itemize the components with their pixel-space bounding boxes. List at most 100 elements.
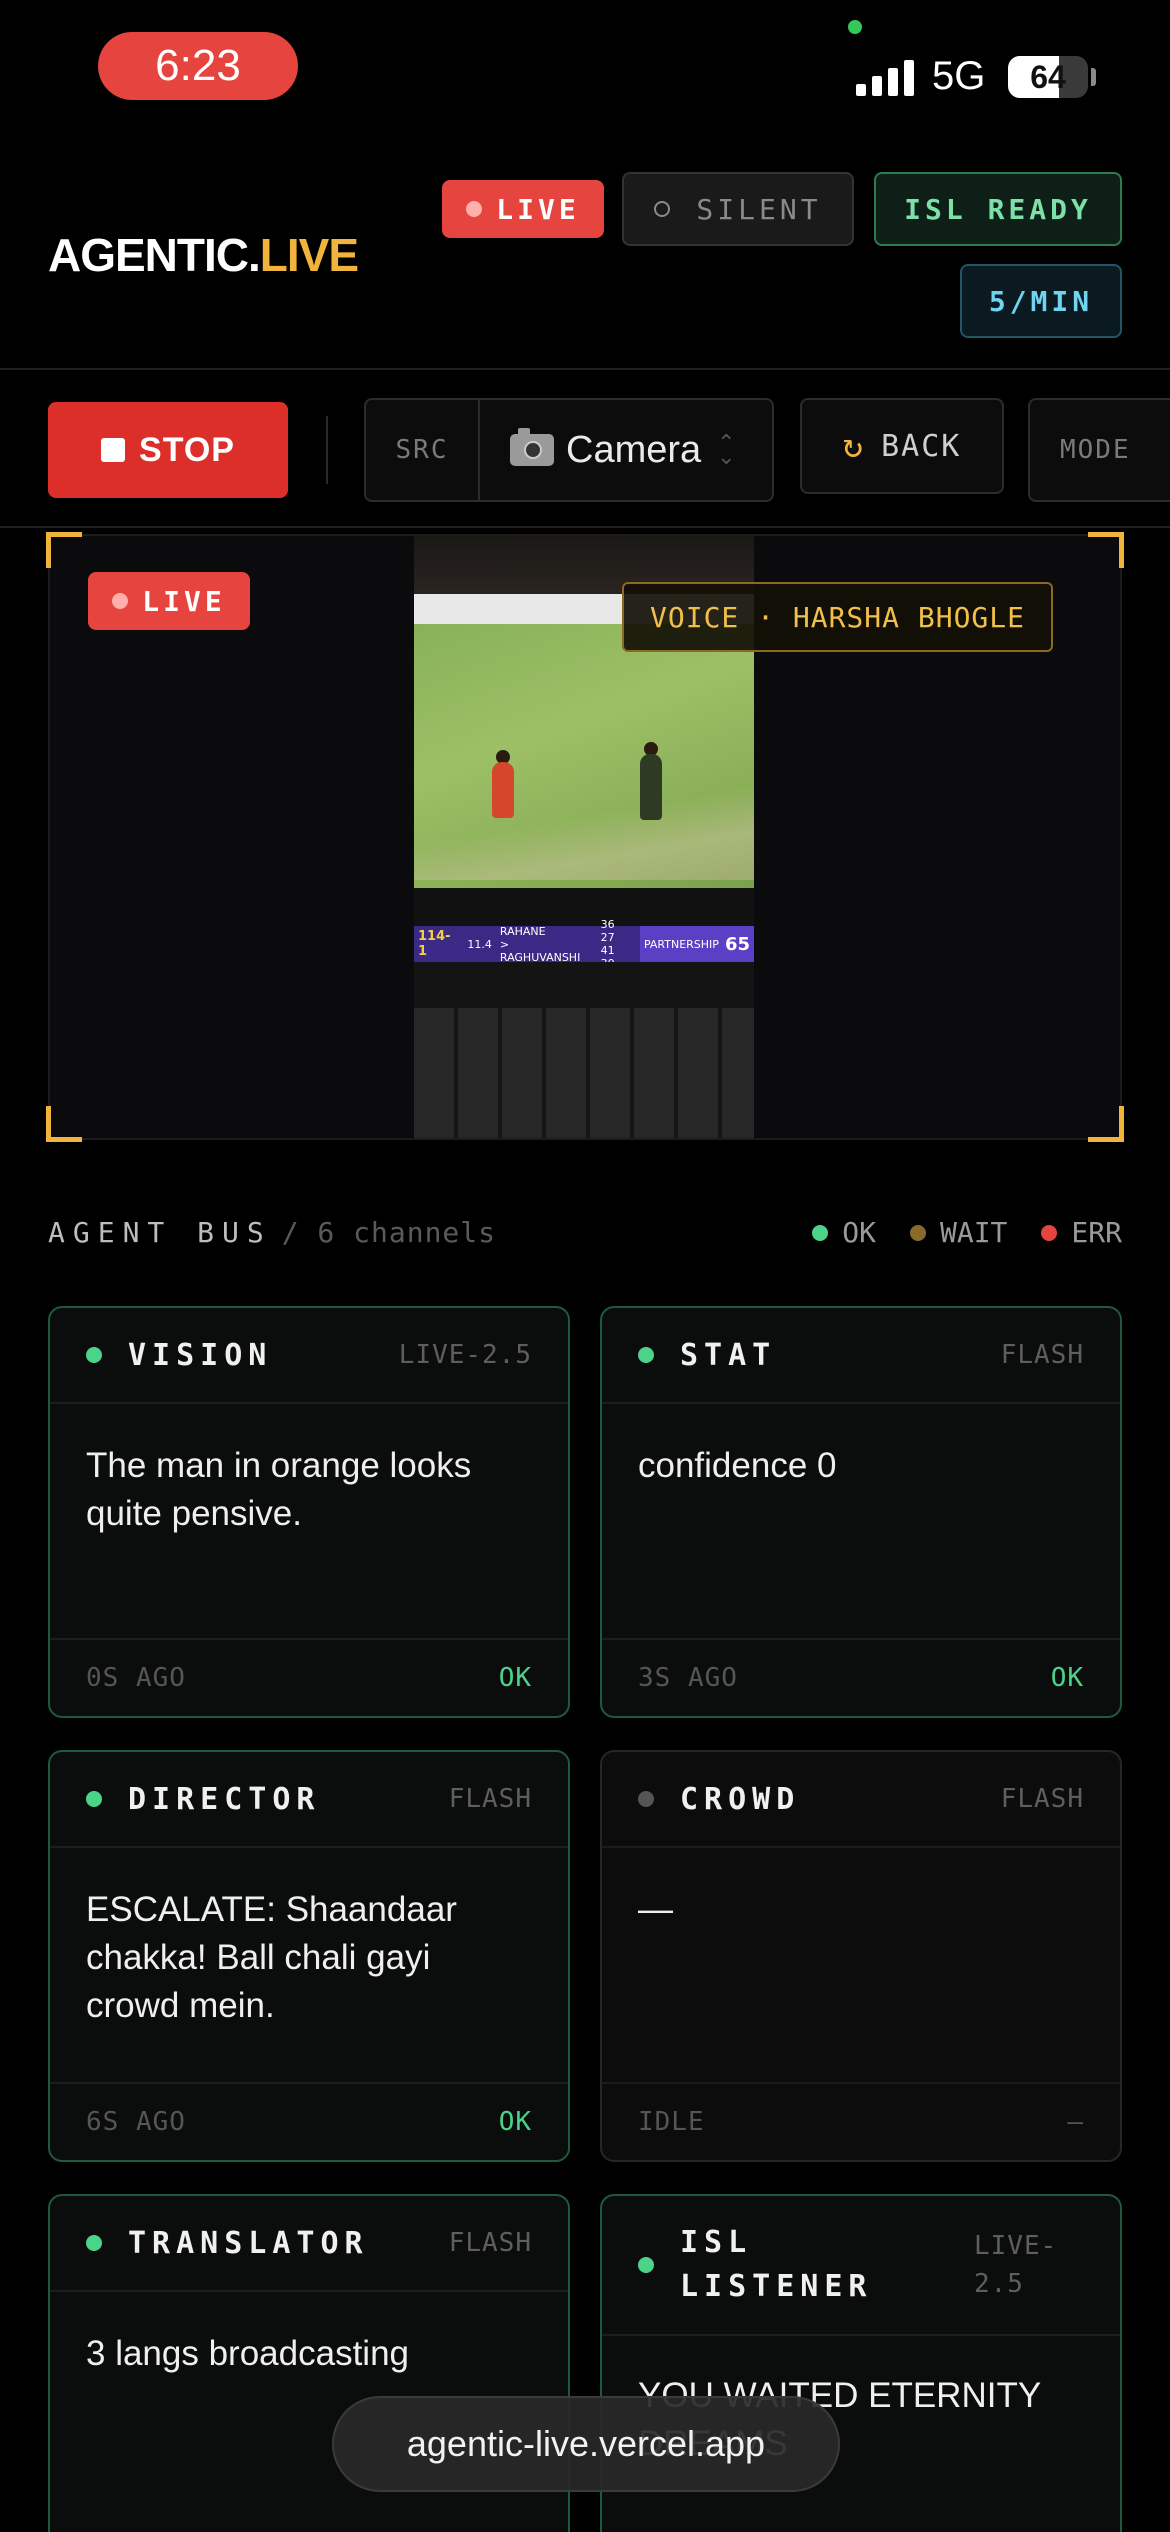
battery-icon: 64 (1008, 56, 1088, 98)
back-button[interactable]: ↻ BACK (800, 398, 1004, 494)
camera-icon (510, 428, 554, 466)
card-header: CROWD FLASH (602, 1752, 1120, 1848)
card-model: FLASH (1000, 1340, 1084, 1370)
legend-dot (812, 1224, 829, 1241)
player-orange (492, 762, 514, 818)
frame-corner (46, 532, 82, 568)
card-model: LIVE-2.5 (974, 2231, 1058, 2299)
browser-url-bar[interactable]: agentic-live.vercel.app (332, 2396, 840, 2492)
legend-err: ERR (1041, 1216, 1122, 1249)
card-name: ISL LISTENER (680, 2225, 873, 2304)
card-state: — (1067, 2107, 1084, 2137)
live-dot-icon (112, 593, 129, 609)
battery-cap (1091, 68, 1096, 86)
source-value[interactable]: Camera ⌃ ⌄ (480, 400, 772, 500)
card-ago: 6S AGO (86, 2107, 186, 2137)
card-state: OK (1050, 1663, 1084, 1693)
card-model: FLASH (448, 2228, 532, 2258)
player-dark (640, 754, 662, 820)
card-name: VISION (128, 1337, 273, 1373)
card-state: OK (498, 2107, 532, 2137)
card-footer: 6S AGO OK (50, 2082, 568, 2160)
card-header: STAT FLASH (602, 1308, 1120, 1404)
agent-card-crowd[interactable]: CROWD FLASH — IDLE — (600, 1750, 1122, 2162)
status-time[interactable]: 6:23 (98, 32, 298, 100)
card-name: CROWD (680, 1781, 801, 1817)
status-legend: OK WAIT ERR (812, 1216, 1122, 1249)
card-body: ESCALATE: Shaandaar chakka! Ball chali g… (86, 1890, 457, 2025)
source-select[interactable]: SRC Camera ⌃ ⌄ (364, 398, 774, 502)
legend-dot (909, 1224, 926, 1241)
feed-keyboard (414, 1008, 754, 1138)
frame-corner (1088, 1106, 1124, 1142)
source-value-text: Camera (566, 428, 702, 471)
card-body: confidence 0 (638, 1446, 837, 1485)
card-model: FLASH (1000, 1784, 1084, 1814)
network-type: 5G (932, 54, 986, 98)
card-body: 3 langs broadcasting (86, 2334, 409, 2373)
card-state: OK (498, 1663, 532, 1693)
app-logo[interactable]: AGENTIC.LIVE (48, 228, 359, 282)
silent-toggle[interactable]: SILENT (622, 172, 854, 246)
agent-card-stat[interactable]: STAT FLASH confidence 0 3S AGO OK (600, 1306, 1122, 1718)
card-model: LIVE-2.5 (398, 1340, 532, 1370)
card-body: — (638, 1890, 673, 1929)
chevron-updown-icon: ⌃ ⌄ (717, 430, 736, 469)
legend-ok: OK (812, 1216, 876, 1249)
card-header: DIRECTOR FLASH (50, 1752, 568, 1848)
status-dot (86, 2235, 102, 2251)
legend-wait: WAIT (909, 1216, 1007, 1249)
status-dot (638, 1791, 654, 1807)
voice-chip[interactable]: VOICE · HARSHA BHOGLE (622, 582, 1054, 652)
silent-toggle-label: SILENT (696, 192, 822, 226)
toolbar-divider (326, 416, 328, 484)
card-ago: 0S AGO (86, 1663, 186, 1693)
status-dot (86, 1347, 102, 1363)
agent-bus-subtitle: / 6 channels (281, 1216, 497, 1249)
card-ago: IDLE (638, 2107, 705, 2137)
stop-square-icon (101, 438, 126, 462)
feed-scoreboard: 114-1 11.4 RAHANE > RAGHUVANSHI 36 27 41… (414, 918, 754, 970)
live-status-chip: LIVE (442, 180, 604, 238)
card-model: FLASH (448, 1784, 532, 1814)
control-toolbar: STOP SRC Camera ⌃ ⌄ ↻ BACK MODE (0, 368, 1170, 528)
card-name: STAT (680, 1337, 777, 1373)
agent-card-vision[interactable]: VISION LIVE-2.5 The man in orange looks … (48, 1306, 570, 1718)
rate-chip[interactable]: 5/MIN (960, 264, 1122, 338)
source-label: SRC (366, 400, 480, 500)
reload-icon: ↻ (842, 426, 864, 466)
logo-accent: LIVE (259, 229, 359, 281)
logo-main: AGENTIC. (48, 229, 261, 281)
card-footer: 3S AGO OK (602, 1638, 1120, 1716)
video-stage[interactable]: 114-1 11.4 RAHANE > RAGHUVANSHI 36 27 41… (46, 532, 1124, 1142)
status-dot (86, 1791, 102, 1807)
card-name: DIRECTOR (128, 1781, 321, 1817)
status-dot (638, 1347, 654, 1363)
card-footer: 0S AGO OK (50, 1638, 568, 1716)
card-ago: 3S AGO (638, 1663, 738, 1693)
card-header: ISL LISTENER LIVE-2.5 (602, 2196, 1120, 2336)
stage-live-badge: LIVE (88, 572, 250, 630)
status-dot (638, 2257, 654, 2273)
live-chip-label: LIVE (496, 192, 580, 226)
card-body: The man in orange looks quite pensive. (86, 1446, 472, 1533)
battery-percent: 64 (1030, 59, 1066, 95)
frame-corner (1088, 532, 1124, 568)
stop-button-label: STOP (139, 430, 235, 469)
card-footer: IDLE — (602, 2082, 1120, 2160)
mode-button[interactable]: MODE (1028, 398, 1170, 502)
live-dot-icon (466, 201, 483, 217)
card-header: TRANSLATOR FLASH (50, 2196, 568, 2292)
legend-dot (1041, 1224, 1058, 1241)
stage-live-label: LIVE (142, 584, 226, 618)
back-button-label: BACK (881, 428, 962, 464)
isl-ready-chip[interactable]: ISL READY (874, 172, 1122, 246)
frame-corner (46, 1106, 82, 1142)
agent-card-director[interactable]: DIRECTOR FLASH ESCALATE: Shaandaar chakk… (48, 1750, 570, 2162)
stop-button[interactable]: STOP (48, 402, 288, 498)
card-header: VISION LIVE-2.5 (50, 1308, 568, 1404)
status-bar: 6:23 5G 64 (0, 0, 1170, 140)
privacy-indicator-dot (848, 20, 862, 34)
card-name: TRANSLATOR (128, 2225, 369, 2261)
circle-outline-icon (654, 201, 671, 217)
